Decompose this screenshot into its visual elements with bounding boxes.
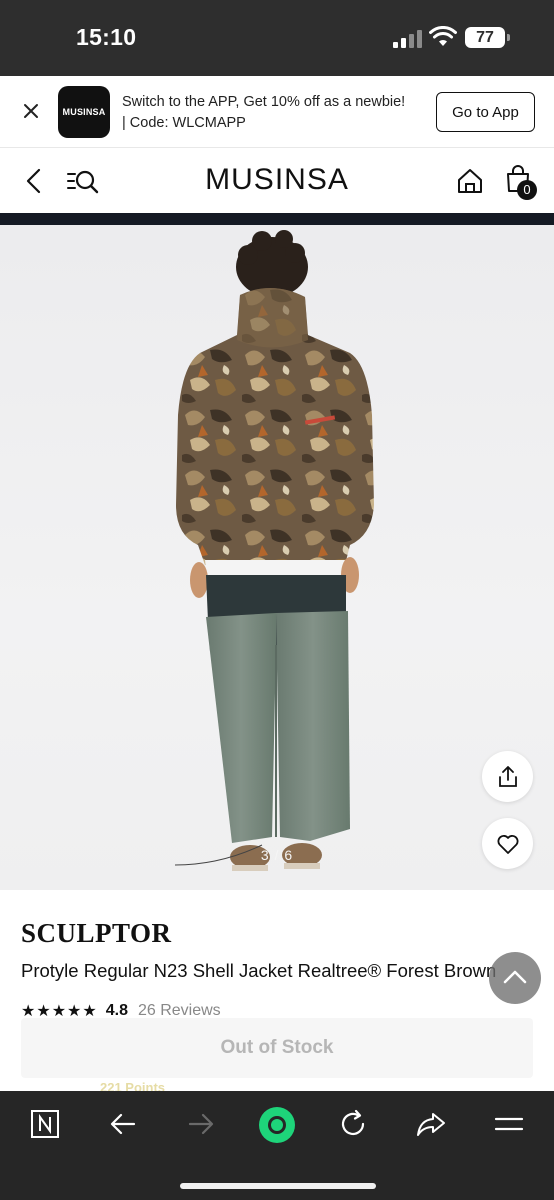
product-image-gallery[interactable]: 3 / 6	[0, 225, 554, 890]
brand-name[interactable]: SCULPTOR	[21, 918, 172, 949]
reload-icon[interactable]	[338, 1109, 368, 1139]
header-divider	[0, 213, 554, 225]
banner-message: Switch to the APP, Get 10% off as a newb…	[122, 92, 422, 134]
chevron-up-icon	[503, 970, 527, 984]
share-icon	[499, 766, 517, 787]
out-of-stock-button[interactable]: Out of Stock	[21, 1018, 533, 1078]
image-counter: 3 / 6	[260, 847, 294, 863]
heart-icon	[497, 835, 519, 854]
banner-message-line1: Switch to the APP, Get 10% off as a newb…	[122, 94, 406, 110]
home-indicator[interactable]	[180, 1183, 376, 1189]
back-arrow-icon[interactable]	[108, 1109, 138, 1139]
banner-message-line2: | Code: WLCMAPP	[122, 115, 246, 131]
wifi-icon	[429, 26, 457, 46]
app-install-banner: MUSINSA Switch to the APP, Get 10% off a…	[0, 76, 554, 148]
cart-count-badge: 0	[517, 180, 537, 200]
n-logo-icon[interactable]	[30, 1109, 60, 1139]
go-to-app-button[interactable]: Go to App	[436, 92, 535, 132]
like-button[interactable]	[482, 818, 533, 869]
status-bar: 15:10 77	[0, 0, 554, 76]
forward-arrow-icon[interactable]	[186, 1109, 216, 1139]
green-circle-icon[interactable]	[257, 1105, 297, 1145]
top-nav: MUSINSA	[0, 149, 554, 213]
scroll-to-top-button[interactable]	[489, 952, 541, 1004]
close-icon[interactable]	[20, 100, 42, 122]
battery-icon: 77	[465, 27, 510, 48]
home-icon[interactable]	[456, 167, 484, 195]
musinsa-app-logo: MUSINSA	[58, 86, 110, 138]
share-button[interactable]	[482, 751, 533, 802]
share-arrow-icon[interactable]	[415, 1109, 447, 1139]
menu-icon[interactable]	[494, 1109, 524, 1139]
product-photo	[174, 230, 374, 871]
status-time: 15:10	[76, 24, 137, 50]
cellular-signal-icon	[393, 28, 423, 48]
product-name: Protyle Regular N23 Shell Jacket Realtre…	[21, 960, 497, 981]
